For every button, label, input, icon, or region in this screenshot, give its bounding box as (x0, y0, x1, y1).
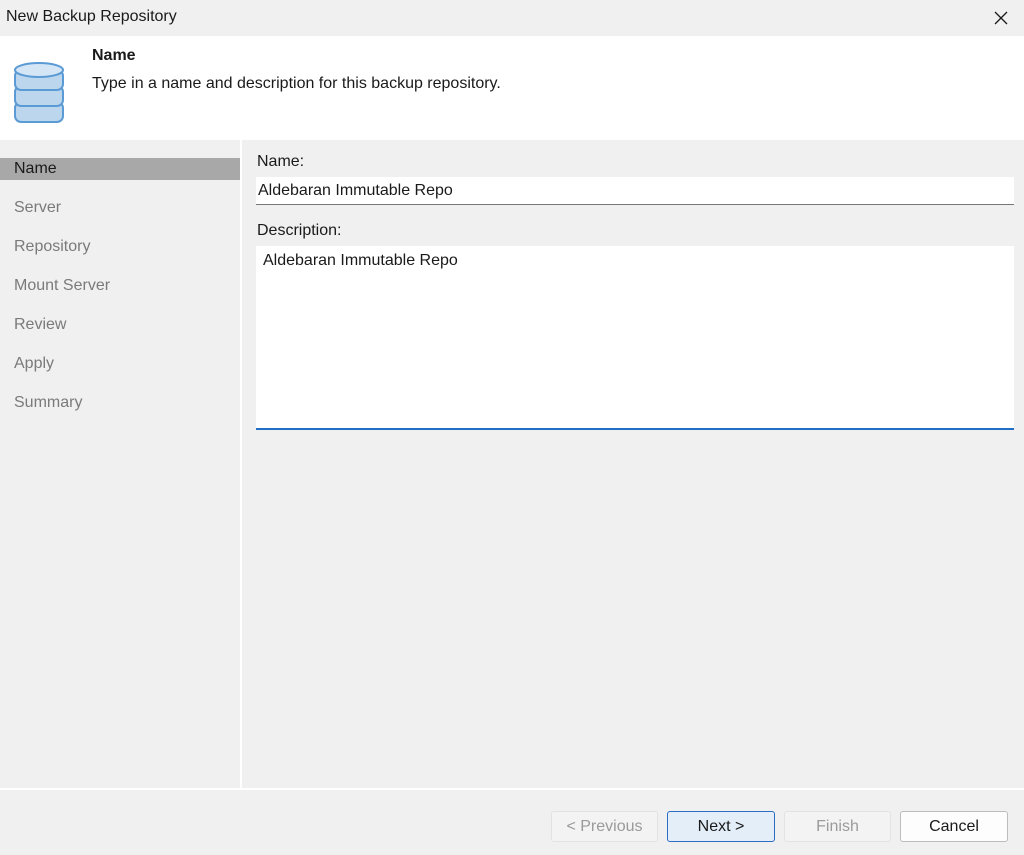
cancel-button[interactable]: Cancel (900, 811, 1008, 842)
page-description: Type in a name and description for this … (92, 75, 501, 92)
sidebar-item-review[interactable]: Review (0, 314, 240, 336)
database-icon (14, 62, 64, 123)
next-button[interactable]: Next > (667, 811, 775, 842)
name-label: Name: (257, 153, 305, 170)
close-icon (994, 11, 1008, 25)
description-label: Description: (257, 222, 342, 239)
sidebar-item-name[interactable]: Name (0, 158, 240, 180)
sidebar-item-apply[interactable]: Apply (0, 353, 240, 375)
wizard-header: Name Type in a name and description for … (0, 36, 1024, 140)
title-bar: New Backup Repository (0, 0, 1024, 36)
sidebar-item-repository[interactable]: Repository (0, 236, 240, 258)
window-title: New Backup Repository (6, 8, 177, 25)
finish-button[interactable]: Finish (784, 811, 891, 842)
sidebar-item-server[interactable]: Server (0, 197, 240, 219)
sidebar-item-summary[interactable]: Summary (0, 392, 240, 414)
previous-button[interactable]: < Previous (551, 811, 658, 842)
description-input[interactable]: Aldebaran Immutable Repo (256, 246, 1014, 430)
page-title: Name (92, 47, 136, 64)
close-button[interactable] (978, 0, 1024, 36)
footer-divider (0, 788, 1024, 790)
name-input[interactable] (256, 177, 1014, 205)
sidebar-item-mount-server[interactable]: Mount Server (0, 275, 240, 297)
wizard-steps-sidebar: Name Server Repository Mount Server Revi… (0, 140, 242, 788)
